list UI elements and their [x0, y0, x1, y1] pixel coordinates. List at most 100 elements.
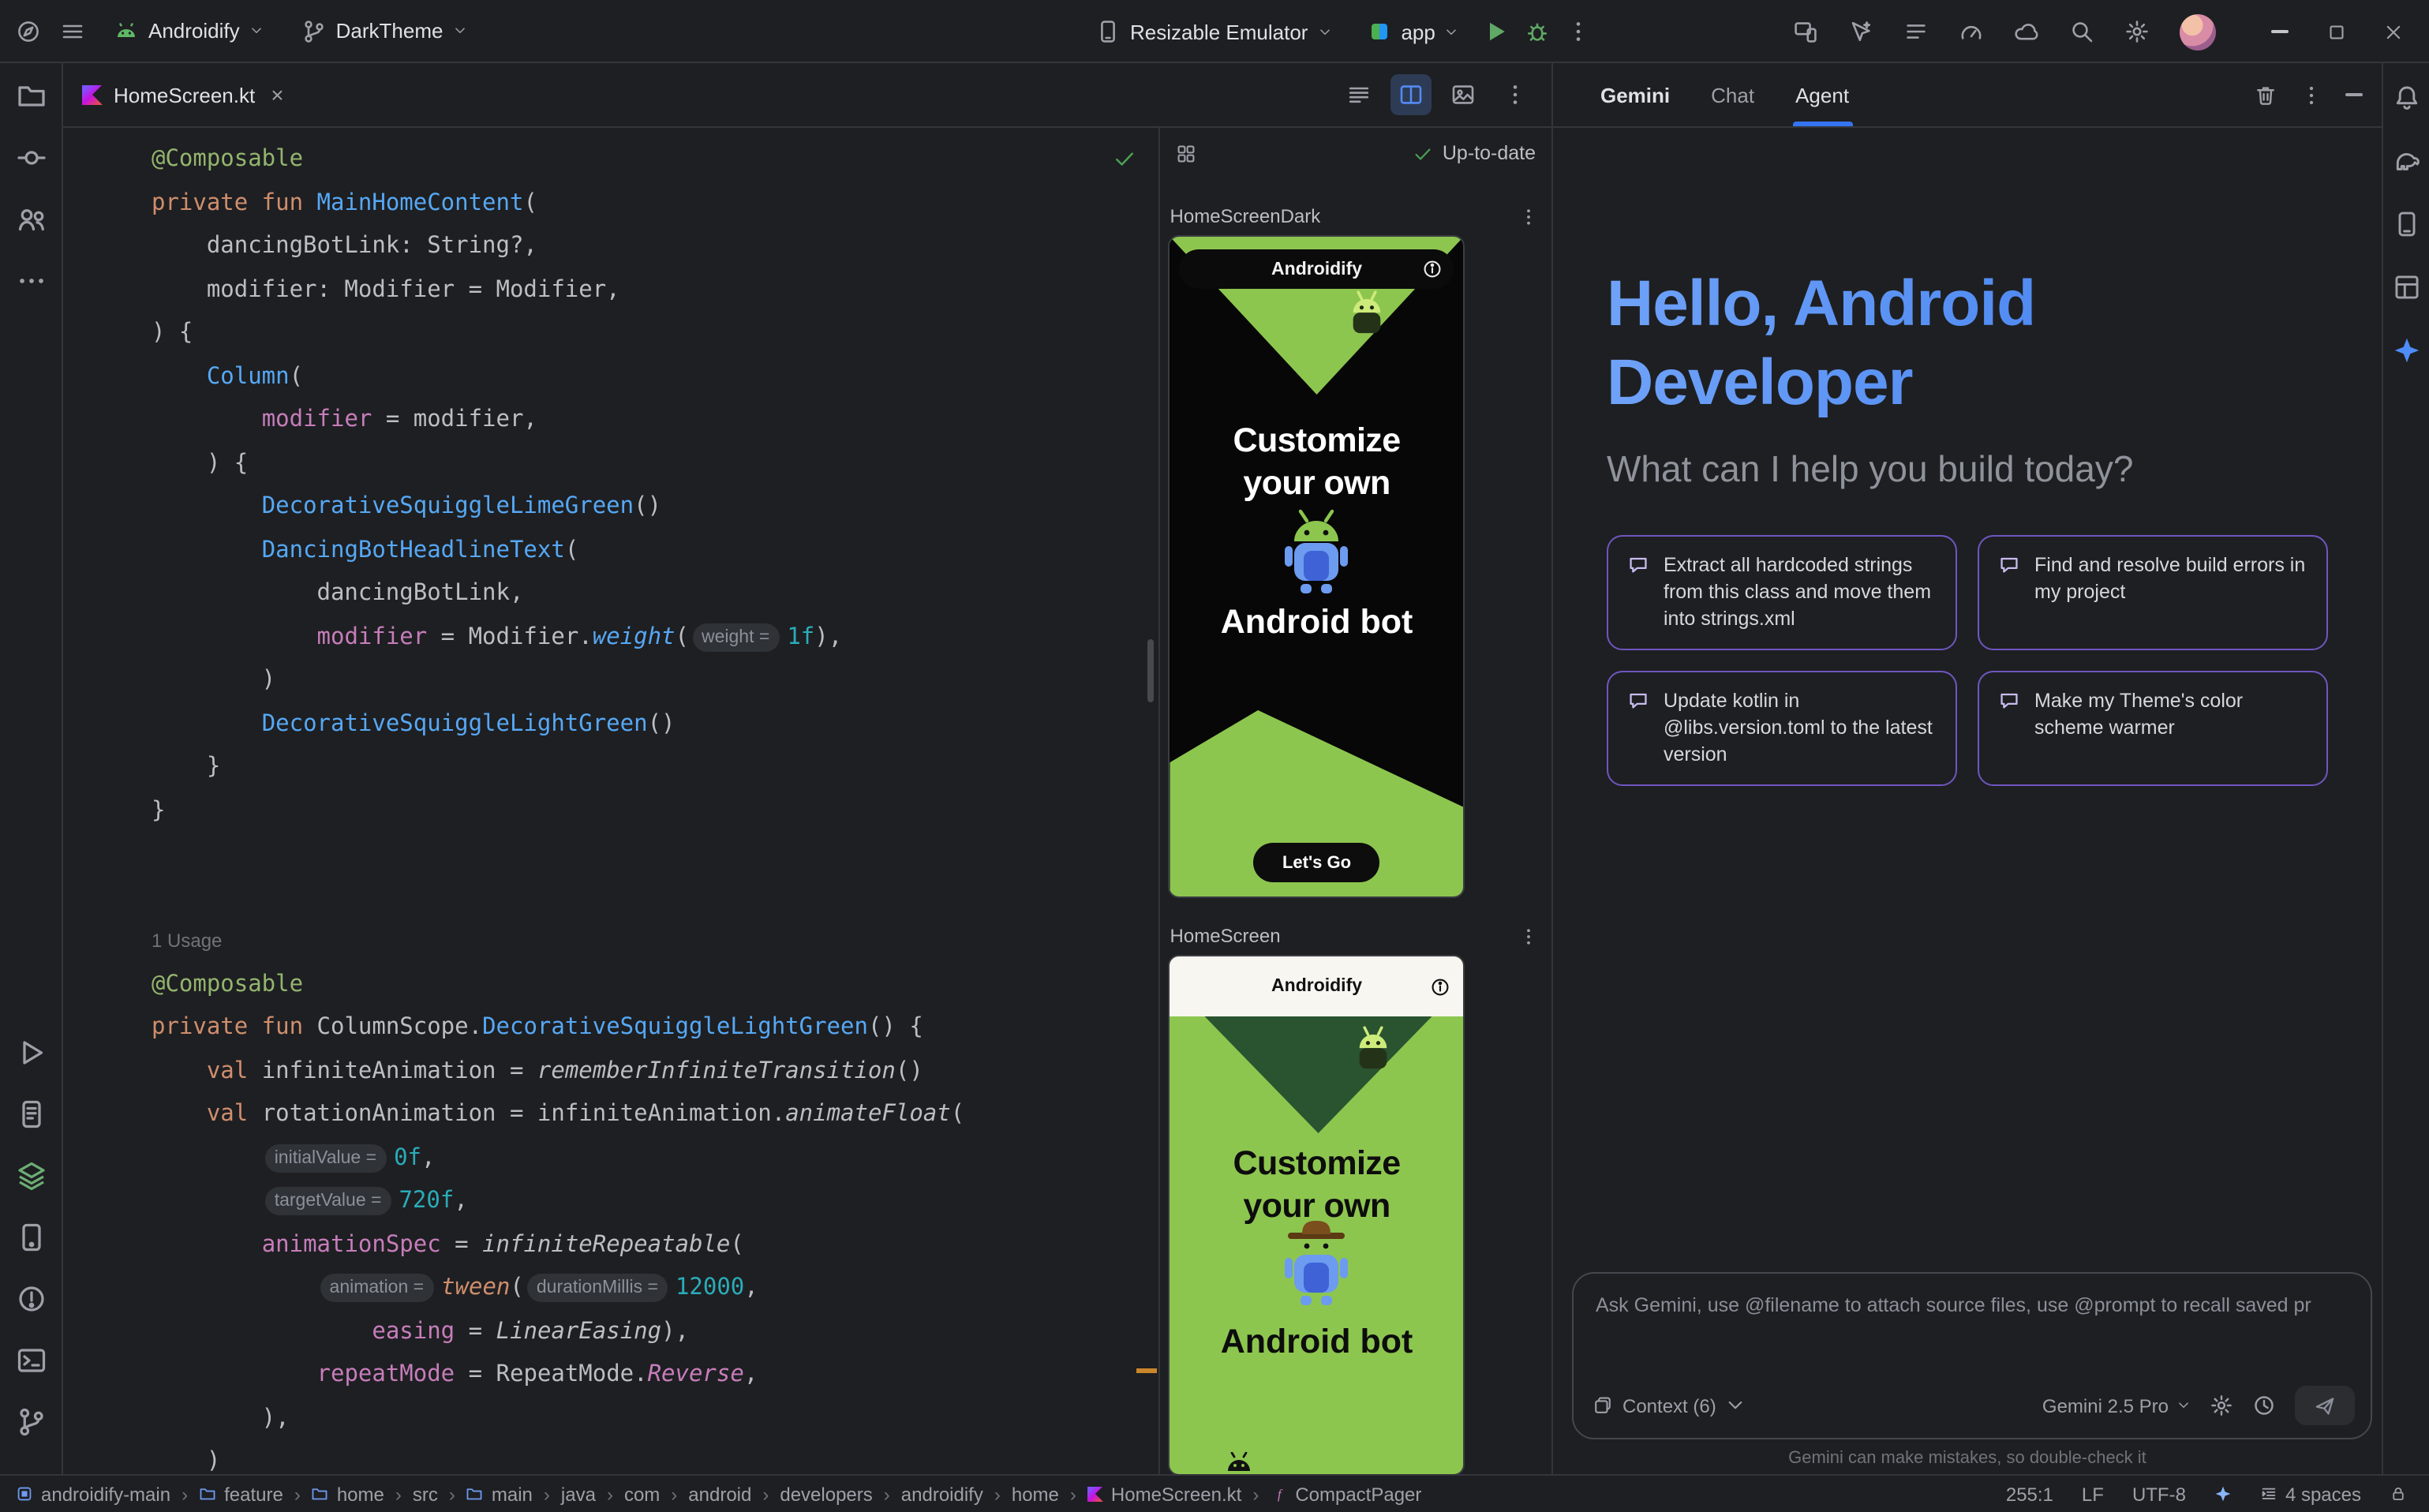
code-line[interactable]: animationSpec = infiniteRepeatable( — [152, 1224, 1159, 1267]
branch-selector[interactable]: DarkTheme — [292, 12, 477, 50]
breadcrumb-item[interactable]: androidify-main — [16, 1483, 170, 1505]
terminal-icon[interactable] — [15, 1345, 47, 1376]
gemini-prompt-box[interactable]: Context (6) Gemini 2.5 Pro — [1572, 1272, 2372, 1439]
user-avatar[interactable] — [2180, 13, 2216, 50]
project-selector[interactable]: Androidify — [104, 12, 273, 50]
code-line[interactable]: DecorativeSquiggleLightGreen() — [152, 703, 1159, 747]
gemini-suggestion-card[interactable]: Make my Theme's color scheme warmer — [1978, 671, 2328, 786]
maximize-button[interactable] — [2315, 11, 2356, 52]
code-line[interactable]: 1 Usage — [152, 920, 1159, 964]
code-line[interactable]: easing = LinearEasing), — [152, 1311, 1159, 1354]
caret-position[interactable]: 255:1 — [2006, 1483, 2053, 1505]
code-line[interactable]: ) — [152, 1441, 1159, 1474]
breadcrumb-item[interactable]: java — [561, 1483, 596, 1505]
code-line[interactable]: modifier = Modifier.weight(weight =1f), — [152, 616, 1159, 660]
code-line[interactable] — [152, 877, 1159, 920]
breadcrumb-item[interactable]: src — [413, 1483, 438, 1505]
breadcrumb-item[interactable]: androidify — [901, 1483, 983, 1505]
file-encoding[interactable]: UTF-8 — [2132, 1483, 2186, 1505]
editor-scrollbar[interactable] — [1148, 639, 1155, 702]
tab-chat[interactable]: Chat — [1711, 63, 1754, 126]
layout-inspector-icon[interactable] — [2392, 273, 2420, 301]
breadcrumb-item[interactable]: main — [466, 1483, 533, 1505]
code-line[interactable] — [152, 833, 1159, 877]
code-line[interactable]: DancingBotHeadlineText( — [152, 530, 1159, 573]
hide-panel-icon[interactable] — [2345, 93, 2363, 96]
code-line[interactable]: initialValue =0f, — [152, 1137, 1159, 1181]
editor-options-button[interactable] — [1495, 74, 1536, 115]
indent-style[interactable]: 4 spaces — [2260, 1483, 2361, 1505]
logcat-icon[interactable] — [15, 1098, 47, 1130]
device-selector[interactable]: Resizable Emulator — [1086, 13, 1341, 51]
code-line[interactable]: dancingBotLink, — [152, 573, 1159, 616]
profiler-icon[interactable] — [1959, 19, 1984, 44]
line-separator[interactable]: LF — [2082, 1483, 2104, 1505]
code-line[interactable]: ) — [152, 660, 1159, 703]
run-outline-icon[interactable] — [15, 1037, 47, 1069]
breadcrumb-item[interactable]: HomeScreen.kt — [1087, 1483, 1241, 1505]
run-button[interactable] — [1484, 19, 1510, 44]
device-streaming-icon[interactable] — [1793, 19, 1818, 44]
breadcrumb-item[interactable]: android — [688, 1483, 751, 1505]
breadcrumb-item[interactable]: home — [312, 1483, 384, 1505]
gemini-prompt-input[interactable] — [1574, 1274, 2371, 1337]
code-line[interactable]: Column( — [152, 356, 1159, 399]
send-button[interactable] — [2295, 1386, 2355, 1425]
notifications-icon[interactable] — [2392, 84, 2420, 112]
pull-requests-icon[interactable] — [15, 204, 47, 235]
code-line[interactable]: modifier = modifier, — [152, 399, 1159, 443]
code-line[interactable]: } — [152, 790, 1159, 833]
code-line[interactable]: private fun MainHomeContent( — [152, 182, 1159, 226]
code-line[interactable]: dancingBotLink: String?, — [152, 226, 1159, 269]
clear-chat-icon[interactable] — [2254, 83, 2277, 107]
preview-options-icon[interactable] — [1518, 206, 1539, 226]
context-selector[interactable]: Context (6) — [1593, 1394, 1746, 1417]
breadcrumb-item[interactable]: developers — [780, 1483, 872, 1505]
preview-options-icon[interactable] — [1518, 926, 1539, 946]
readonly-toggle[interactable] — [2390, 1485, 2407, 1503]
run-config-selector[interactable]: app — [1357, 13, 1468, 51]
code-line[interactable]: val infiniteAnimation = rememberInfinite… — [152, 1050, 1159, 1094]
gemini-options-icon[interactable] — [2300, 83, 2323, 107]
minimize-button[interactable] — [2259, 11, 2300, 52]
preview-homescreendark[interactable]: Androidify Customize your own Android bo… — [1169, 235, 1465, 898]
main-menu-icon[interactable] — [60, 18, 85, 43]
code-line[interactable]: modifier: Modifier = Modifier, — [152, 269, 1159, 313]
gemini-assistant-icon[interactable] — [2392, 336, 2420, 365]
version-control-icon[interactable] — [15, 1406, 47, 1438]
commit-icon[interactable] — [15, 142, 47, 174]
ai-status[interactable] — [2214, 1485, 2232, 1503]
inspections-passed-icon[interactable] — [1113, 147, 1137, 170]
build-variants-icon[interactable] — [15, 1160, 47, 1192]
debug-button[interactable] — [1525, 19, 1551, 44]
settings-gear-icon[interactable] — [2124, 19, 2150, 44]
code-line[interactable]: ) { — [152, 443, 1159, 486]
code-line[interactable]: animation =tween(durationMillis =12000, — [152, 1267, 1159, 1311]
gemini-suggestion-card[interactable]: Update kotlin in @libs.version.toml to t… — [1607, 671, 1957, 786]
more-icon[interactable] — [15, 265, 47, 297]
network-icon[interactable] — [2014, 19, 2039, 44]
code-line[interactable]: targetValue =720f, — [152, 1181, 1159, 1224]
preview-layout-icon[interactable] — [1177, 143, 1197, 163]
breadcrumb-item[interactable]: com — [624, 1483, 660, 1505]
editor-tab-homescreen[interactable]: HomeScreen.kt × — [63, 63, 303, 126]
code-line[interactable]: val rotationAnimation = infiniteAnimatio… — [152, 1094, 1159, 1137]
close-tab-icon[interactable]: × — [271, 82, 283, 107]
logcat-list-icon[interactable] — [1903, 19, 1929, 44]
lets-go-button[interactable]: Let's Go — [1254, 843, 1380, 882]
more-run-options-icon[interactable] — [1566, 19, 1592, 44]
breadcrumb-item[interactable]: feature — [199, 1483, 283, 1505]
tab-agent[interactable]: Agent — [1795, 63, 1849, 126]
gradle-icon[interactable] — [2392, 147, 2420, 175]
code-view-button[interactable] — [1338, 74, 1379, 115]
code-line[interactable]: @Composable — [152, 139, 1159, 182]
breadcrumb-item[interactable]: home — [1012, 1483, 1059, 1505]
ai-insights-icon[interactable] — [1848, 19, 1873, 44]
split-view-button[interactable] — [1390, 74, 1432, 115]
gemini-suggestion-card[interactable]: Find and resolve build errors in my proj… — [1978, 535, 2328, 650]
code-editor[interactable]: @Composableprivate fun MainHomeContent( … — [63, 128, 1159, 1474]
code-line[interactable]: repeatMode = RepeatMode.Reverse, — [152, 1354, 1159, 1398]
preview-homescreen[interactable]: Androidify Customize your own Android bo… — [1169, 955, 1465, 1474]
gemini-history-icon[interactable] — [2252, 1394, 2276, 1417]
code-line[interactable]: private fun ColumnScope.DecorativeSquigg… — [152, 1007, 1159, 1050]
